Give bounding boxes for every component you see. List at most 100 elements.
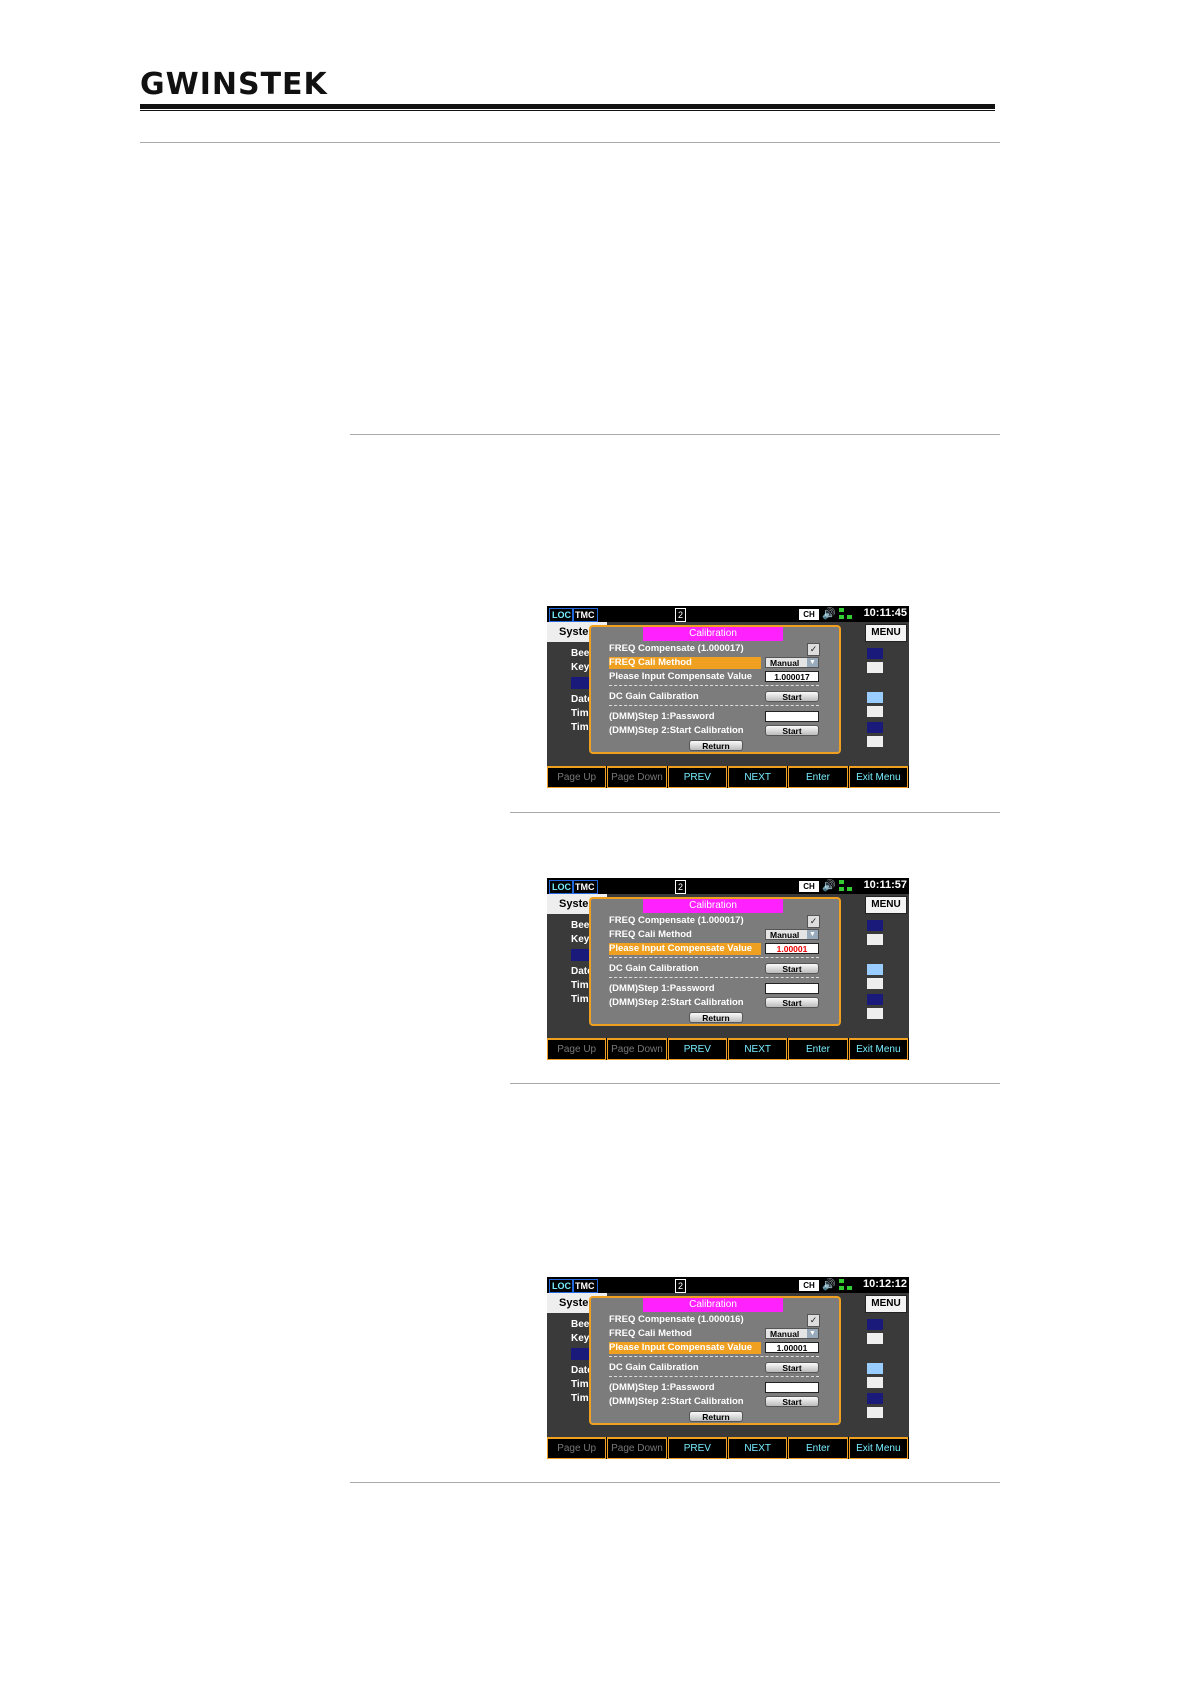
bg-label-beep: Bee <box>571 920 590 931</box>
page-up-key[interactable]: Page Up <box>547 766 607 788</box>
speaker-icon: 🔊 <box>822 880 836 892</box>
step2-start-button[interactable]: Start <box>765 725 819 736</box>
dialog-title: Calibration <box>643 899 783 913</box>
freq-compensate-label: FREQ Compensate (1.000017) <box>609 915 744 926</box>
bg-white-block <box>867 978 883 989</box>
freq-cali-method-label[interactable]: FREQ Cali Method <box>609 929 761 941</box>
bg-navy-block <box>867 722 883 733</box>
status-bar: LOC TMC 2 CH 🔊 10:11:57 <box>547 878 909 894</box>
bg-label-time: Tim <box>571 708 589 719</box>
compensate-value-field[interactable]: 1.00001 <box>765 943 819 954</box>
chevron-down-icon: ▼ <box>807 658 818 667</box>
dropdown-value: Manual <box>770 658 800 668</box>
channel-indicator: CH <box>799 1280 819 1291</box>
bg-white-block <box>867 934 883 945</box>
dc-gain-label: DC Gain Calibration <box>609 691 699 702</box>
enter-key[interactable]: Enter <box>788 1038 848 1060</box>
return-button[interactable]: Return <box>689 1411 743 1422</box>
bg-white-block <box>867 1008 883 1019</box>
loc-indicator: LOC <box>549 1279 574 1293</box>
bg-label-time: Tim <box>571 980 589 991</box>
dc-gain-label: DC Gain Calibration <box>609 963 699 974</box>
dropdown-value: Manual <box>770 1329 800 1339</box>
next-key[interactable]: NEXT <box>727 766 788 788</box>
header-rule-thin <box>140 110 995 111</box>
freq-cali-method-dropdown[interactable]: Manual ▼ <box>765 929 819 940</box>
freq-cali-method-dropdown[interactable]: Manual ▼ <box>765 657 819 668</box>
exit-menu-key[interactable]: Exit Menu <box>848 766 908 788</box>
page-up-key[interactable]: Page Up <box>547 1038 607 1060</box>
status-bar: LOC TMC 2 CH 🔊 10:12:12 <box>547 1277 909 1293</box>
page-down-key[interactable]: Page Down <box>607 1437 667 1459</box>
divider-top <box>140 142 1000 143</box>
enter-key[interactable]: Enter <box>788 766 848 788</box>
bg-label-timer: Tim <box>571 994 589 1005</box>
next-key[interactable]: NEXT <box>727 1038 788 1060</box>
compensate-value-field[interactable]: 1.000017 <box>765 671 819 682</box>
gwinstek-logo: GWINSTEK <box>140 67 328 102</box>
loc-indicator: LOC <box>549 608 574 622</box>
freq-compensate-checkbox[interactable]: ✓ <box>807 643 820 656</box>
step1-label: (DMM)Step 1:Password <box>609 983 715 994</box>
freq-cali-method-dropdown[interactable]: Manual ▼ <box>765 1328 819 1339</box>
freq-cali-method-label[interactable]: FREQ Cali Method <box>609 1328 761 1340</box>
freq-compensate-label: FREQ Compensate (1.000016) <box>609 1314 744 1325</box>
dropdown-value: Manual <box>770 930 800 940</box>
password-field[interactable] <box>765 983 819 994</box>
page-indicator: 2 <box>675 880 686 894</box>
menu-button[interactable]: MENU <box>865 896 907 914</box>
step2-start-button[interactable]: Start <box>765 997 819 1008</box>
step2-start-button[interactable]: Start <box>765 1396 819 1407</box>
bg-navy-block <box>867 1393 883 1404</box>
speaker-icon: 🔊 <box>822 1279 836 1291</box>
channel-indicator: CH <box>799 881 819 892</box>
dc-gain-start-button[interactable]: Start <box>765 691 819 702</box>
exit-menu-key[interactable]: Exit Menu <box>848 1038 908 1060</box>
clock: 10:11:57 <box>863 879 907 891</box>
password-field[interactable] <box>765 1382 819 1393</box>
freq-compensate-checkbox[interactable]: ✓ <box>807 1314 820 1327</box>
separator <box>609 685 819 686</box>
dc-gain-start-button[interactable]: Start <box>765 963 819 974</box>
menu-button[interactable]: MENU <box>865 1295 907 1313</box>
calibration-dialog: Calibration FREQ Compensate (1.000017) ✓… <box>589 625 841 754</box>
bg-navy-block <box>867 648 883 659</box>
instrument-screen-1: LOC TMC 2 CH 🔊 10:11:45 Syster MENU Bee … <box>547 606 909 788</box>
bg-white-block <box>867 662 883 673</box>
bg-label-timer: Tim <box>571 1393 589 1404</box>
exit-menu-key[interactable]: Exit Menu <box>848 1437 908 1459</box>
prev-key[interactable]: PREV <box>667 766 727 788</box>
function-key-bar: Page Up Page Down PREV NEXT Enter Exit M… <box>547 766 909 788</box>
return-button[interactable]: Return <box>689 740 743 751</box>
status-bar: LOC TMC 2 CH 🔊 10:11:45 <box>547 606 909 622</box>
page-down-key[interactable]: Page Down <box>607 1038 667 1060</box>
bg-white-block <box>867 1333 883 1344</box>
next-key[interactable]: NEXT <box>727 1437 788 1459</box>
divider-section <box>350 434 1000 435</box>
prev-key[interactable]: PREV <box>667 1437 727 1459</box>
step1-label: (DMM)Step 1:Password <box>609 711 715 722</box>
page-up-key[interactable]: Page Up <box>547 1437 607 1459</box>
network-icon <box>839 880 853 892</box>
tmc-indicator: TMC <box>572 880 598 894</box>
freq-compensate-label: FREQ Compensate (1.000017) <box>609 643 744 654</box>
return-button[interactable]: Return <box>689 1012 743 1023</box>
freq-cali-method-label[interactable]: FREQ Cali Method <box>609 657 761 669</box>
bg-label-key: Key <box>571 934 590 945</box>
prev-key[interactable]: PREV <box>667 1038 727 1060</box>
menu-button[interactable]: MENU <box>865 624 907 642</box>
page-down-key[interactable]: Page Down <box>607 766 667 788</box>
dc-gain-start-button[interactable]: Start <box>765 1362 819 1373</box>
loc-indicator: LOC <box>549 880 574 894</box>
calibration-dialog: Calibration FREQ Compensate (1.000017) ✓… <box>589 897 841 1026</box>
password-field[interactable] <box>765 711 819 722</box>
bg-white-block <box>867 1407 883 1418</box>
bg-navy-block <box>867 920 883 931</box>
compensate-value-label: Please Input Compensate Value <box>609 943 761 955</box>
compensate-value-label: Please Input Compensate Value <box>609 671 753 682</box>
compensate-value-field[interactable]: 1.00001 <box>765 1342 819 1353</box>
instrument-screen-3: LOC TMC 2 CH 🔊 10:12:12 Syster MENU Bee … <box>547 1277 909 1459</box>
separator <box>609 977 819 978</box>
enter-key[interactable]: Enter <box>788 1437 848 1459</box>
freq-compensate-checkbox[interactable]: ✓ <box>807 915 820 928</box>
